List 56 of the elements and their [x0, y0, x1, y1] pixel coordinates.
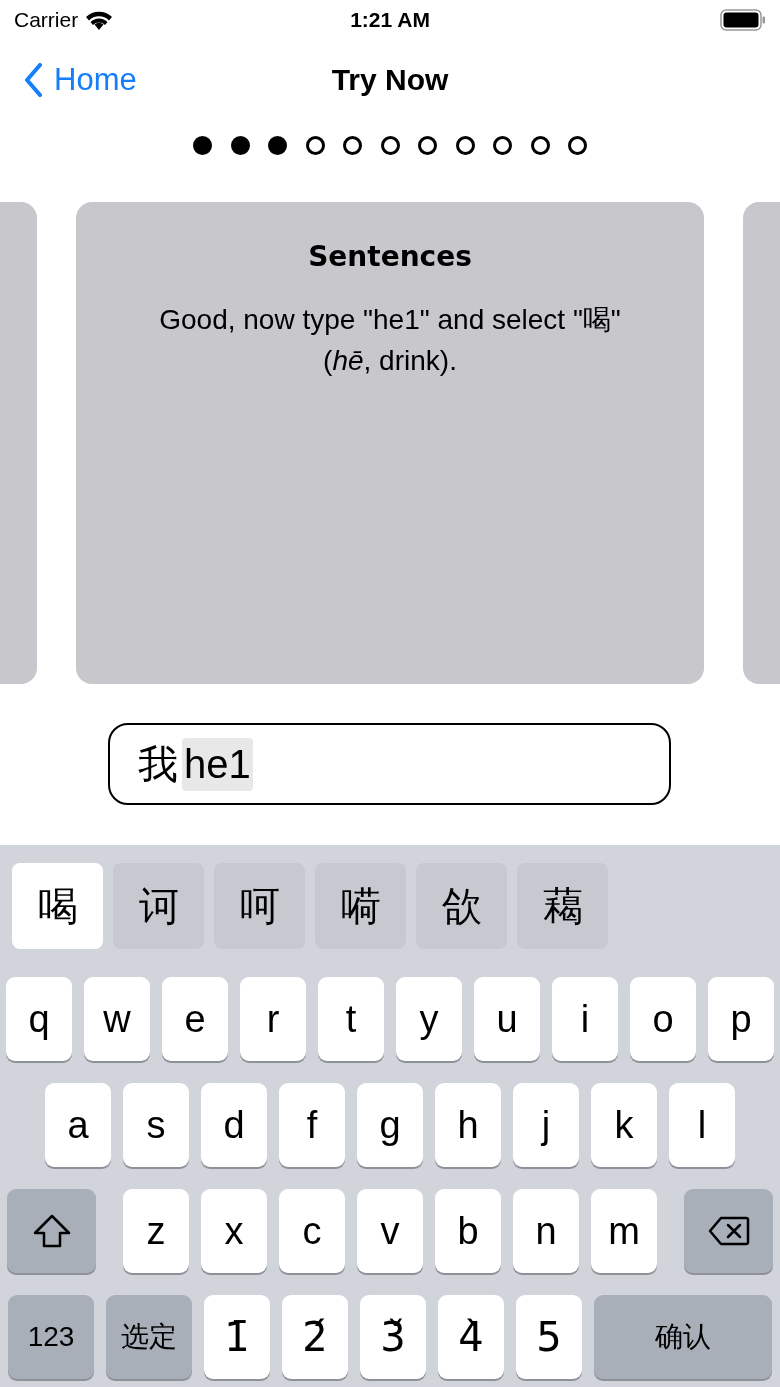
tone-key[interactable]: 2́: [282, 1295, 348, 1379]
letter-key[interactable]: s: [123, 1083, 189, 1167]
chevron-left-icon: [24, 63, 42, 97]
candidate[interactable]: 喝: [12, 863, 103, 949]
committed-text: 我: [138, 740, 178, 788]
confirm-key[interactable]: 确认: [594, 1295, 772, 1379]
letter-key[interactable]: q: [6, 977, 72, 1061]
letter-key[interactable]: u: [474, 977, 540, 1061]
tone-key[interactable]: 5: [516, 1295, 582, 1379]
card-title: Sentences: [308, 240, 472, 273]
letter-key[interactable]: w: [84, 977, 150, 1061]
clock: 1:21 AM: [349, 8, 431, 32]
letter-key[interactable]: k: [591, 1083, 657, 1167]
screen-title: Try Now: [330, 63, 450, 97]
delete-key[interactable]: [684, 1189, 773, 1273]
tone-key[interactable]: 3̌: [360, 1295, 426, 1379]
letter-key[interactable]: x: [201, 1189, 267, 1273]
letter-key[interactable]: c: [279, 1189, 345, 1273]
input-field[interactable]: 我 he1: [108, 723, 671, 805]
wifi-icon: [84, 9, 115, 31]
letter-key[interactable]: f: [279, 1083, 345, 1167]
letter-key[interactable]: a: [45, 1083, 111, 1167]
letter-key[interactable]: i: [552, 977, 618, 1061]
letter-key[interactable]: g: [357, 1083, 423, 1167]
tone-key[interactable]: 1̄: [204, 1295, 270, 1379]
candidate[interactable]: 呵: [214, 863, 305, 949]
mode-key[interactable]: 选定: [106, 1295, 192, 1379]
battery-icon: [720, 9, 766, 31]
letter-key[interactable]: r: [240, 977, 306, 1061]
shift-key[interactable]: [7, 1189, 96, 1273]
card-body: Good, now type "he1" and select "喝" (hē, drink).: [158, 303, 622, 378]
letter-key[interactable]: j: [513, 1083, 579, 1167]
letter-key[interactable]: n: [513, 1189, 579, 1273]
back-button[interactable]: Home: [0, 62, 137, 98]
candidate[interactable]: 欱: [416, 863, 507, 949]
backspace-icon: [707, 1216, 750, 1246]
letter-key[interactable]: v: [357, 1189, 423, 1273]
candidate[interactable]: 诃: [113, 863, 204, 949]
letter-key[interactable]: t: [318, 977, 384, 1061]
letter-key[interactable]: y: [396, 977, 462, 1061]
candidate[interactable]: 嗬: [315, 863, 406, 949]
letter-key[interactable]: p: [708, 977, 774, 1061]
letter-key[interactable]: e: [162, 977, 228, 1061]
letter-key[interactable]: b: [435, 1189, 501, 1273]
letter-key[interactable]: h: [435, 1083, 501, 1167]
mode-key[interactable]: 123: [8, 1295, 94, 1379]
letter-key[interactable]: z: [123, 1189, 189, 1273]
shift-icon: [31, 1214, 72, 1248]
letter-key[interactable]: l: [669, 1083, 735, 1167]
candidate[interactable]: 藒: [517, 863, 608, 949]
letter-key[interactable]: m: [591, 1189, 657, 1273]
letter-key[interactable]: o: [630, 977, 696, 1061]
tone-key[interactable]: 4̀: [438, 1295, 504, 1379]
letter-key[interactable]: d: [201, 1083, 267, 1167]
carrier-label: Carrier: [14, 8, 79, 32]
composing-text: he1: [182, 737, 253, 791]
